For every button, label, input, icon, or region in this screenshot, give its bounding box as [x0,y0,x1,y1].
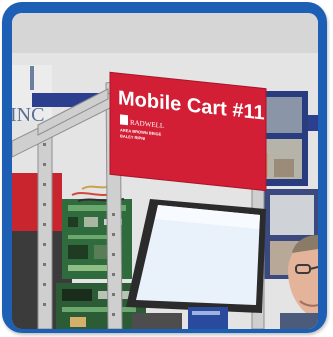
sign-logo-mark [120,114,128,126]
cart-sign: Mobile Cart #11 RADWELL AREA BROWN BEIGE… [109,71,267,192]
blue-box-label [192,311,220,315]
blue-box [188,307,228,329]
monitor [126,199,266,313]
dark-base [132,313,182,329]
photo: INC Mobile Cart #11 RADWELL AREA BROWN B… [12,13,318,329]
wall-sign-text: INC [12,104,44,126]
ceiling [12,13,318,53]
red-machine [12,173,62,233]
